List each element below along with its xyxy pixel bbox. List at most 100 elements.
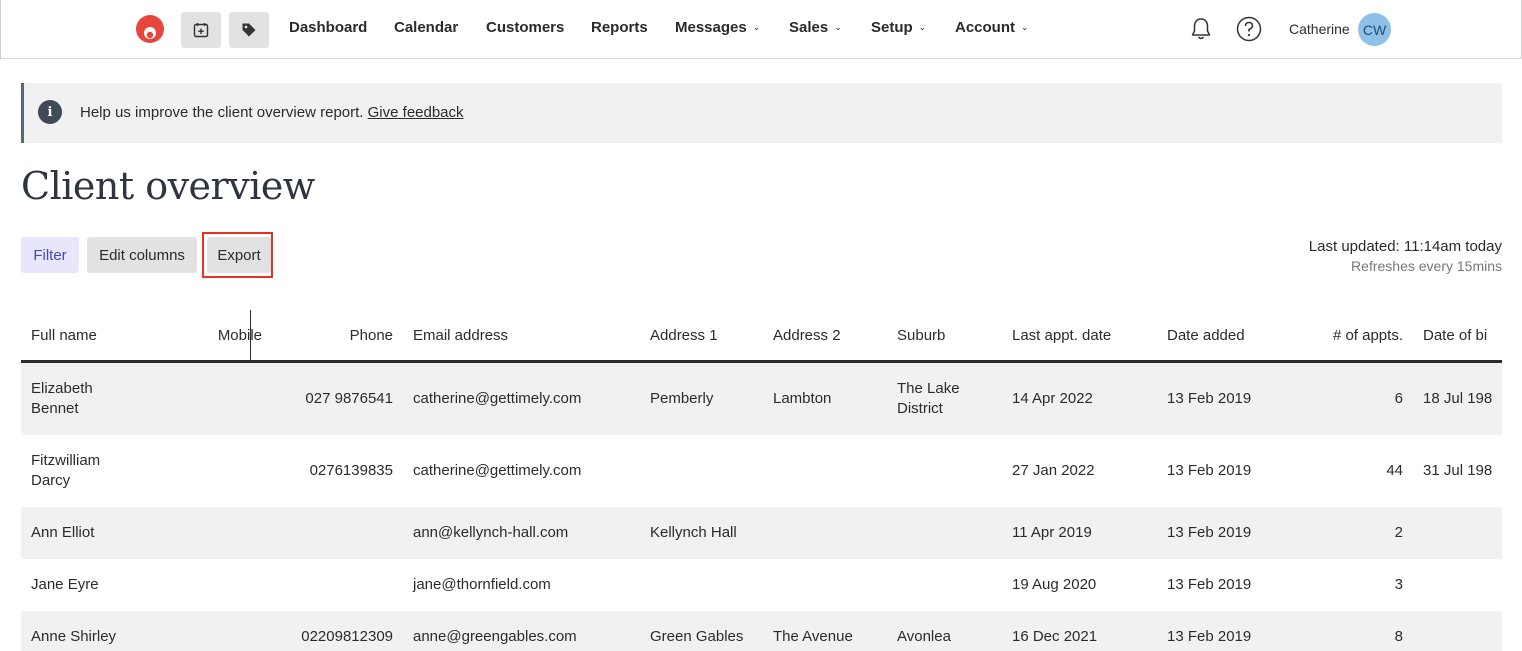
cell-full-name: Anne Shirley — [21, 611, 132, 651]
column-header[interactable]: Full name — [21, 310, 132, 363]
cell-phone: 0276139835 — [309, 462, 393, 479]
bell-icon[interactable] — [1189, 16, 1213, 42]
cell-full-name: Elizabeth Bennet — [21, 361, 132, 435]
frozen-column-divider — [250, 310, 251, 362]
cell-address2: Lambton — [763, 361, 887, 435]
cell-phone — [272, 559, 403, 611]
nav-customers[interactable]: Customers — [486, 19, 564, 36]
table-row[interactable]: Elizabeth Bennet 027 9876541 catherine@g… — [21, 361, 1502, 435]
cell-appts: 44 — [1386, 462, 1403, 479]
cell-email: jane@thornfield.com — [413, 576, 551, 593]
give-feedback-link[interactable]: Give feedback — [368, 104, 464, 121]
cell-address2 — [763, 435, 887, 507]
nav-calendar[interactable]: Calendar — [394, 19, 458, 36]
cell-phone: 02209812309 — [272, 611, 403, 651]
avatar[interactable]: CW — [1358, 13, 1391, 46]
edit-columns-button[interactable]: Edit columns — [87, 237, 197, 273]
calendar-add-icon — [193, 23, 209, 38]
cell-last-appt: 14 Apr 2022 — [1002, 361, 1157, 435]
table-row[interactable]: Ann Elliot ann@kellynch-hall.com Kellync… — [21, 507, 1502, 559]
nav-reports[interactable]: Reports — [591, 19, 648, 36]
cell-last-appt: 19 Aug 2020 — [1012, 576, 1097, 593]
cell-suburb — [887, 507, 1002, 559]
banner-message: Help us improve the client overview repo… — [80, 104, 464, 121]
cell-address2: The Avenue — [763, 611, 887, 651]
cell-appts: 2 — [1287, 507, 1413, 559]
cell-date-added: 13 Feb 2019 — [1157, 361, 1287, 435]
nav-sales[interactable]: Sales ⌄ — [789, 19, 842, 36]
cell-date-added: 13 Feb 2019 — [1167, 462, 1252, 479]
column-header[interactable]: Last appt. date — [1002, 310, 1157, 363]
cell-suburb — [887, 559, 1002, 611]
last-updated-info: Last updated: 11:14am today Refreshes ev… — [1309, 238, 1502, 274]
refresh-note: Refreshes every 15mins — [1351, 258, 1502, 274]
cell-mobile — [132, 611, 272, 651]
client-table: Full name Mobile Phone Email address Add… — [21, 310, 1502, 651]
feedback-banner: i Help us improve the client overview re… — [21, 83, 1502, 143]
cell-mobile — [132, 507, 272, 559]
cell-dob — [1413, 559, 1502, 611]
table-row[interactable]: Jane Eyre jane@thornfield.com 19 Aug 202… — [21, 559, 1502, 611]
column-header[interactable]: Date of bi — [1413, 310, 1502, 363]
cell-email: catherine@gettimely.com — [413, 462, 582, 479]
cell-date-added: 13 Feb 2019 — [1157, 507, 1287, 559]
export-highlight — [202, 232, 273, 278]
cell-phone — [272, 507, 403, 559]
chevron-down-icon: ⌄ — [918, 22, 927, 32]
nav-messages-label: Messages — [675, 19, 747, 36]
cell-appts: 3 — [1394, 576, 1403, 593]
column-header[interactable]: # of appts. — [1287, 310, 1413, 363]
nav-account-label: Account — [955, 19, 1015, 36]
table-row[interactable]: Anne Shirley 02209812309 anne@greengable… — [21, 611, 1502, 651]
column-header[interactable]: Date added — [1157, 310, 1287, 363]
cell-suburb — [887, 435, 1002, 507]
chevron-down-icon: ⌄ — [834, 22, 842, 32]
info-icon: i — [38, 100, 62, 124]
table-row[interactable]: Fitzwilliam Darcy 0276139835 catherine@g… — [21, 435, 1502, 507]
cell-last-appt: 11 Apr 2019 — [1002, 507, 1157, 559]
calendar-add-button[interactable] — [181, 12, 221, 48]
nav-sales-label: Sales — [789, 19, 829, 36]
last-updated-text: Last updated: 11:14am today — [1308, 238, 1502, 255]
column-header[interactable]: Address 2 — [763, 310, 887, 363]
cell-mobile — [132, 559, 272, 611]
chevron-down-icon: ⌄ — [1021, 22, 1029, 32]
logo-icon[interactable] — [135, 14, 165, 44]
cell-mobile — [132, 361, 272, 435]
nav-setup[interactable]: Setup ⌄ — [871, 19, 926, 36]
cell-appts: 8 — [1287, 611, 1413, 651]
page-title: Client overview — [21, 164, 315, 208]
cell-suburb: The Lake District — [887, 361, 1002, 435]
column-header[interactable]: Suburb — [887, 310, 1002, 363]
client-table-container[interactable]: Full name Mobile Phone Email address Add… — [21, 310, 1502, 651]
column-header[interactable]: Mobile — [132, 310, 272, 363]
cell-appts: 6 — [1287, 361, 1413, 435]
table-header-row: Full name Mobile Phone Email address Add… — [21, 310, 1502, 363]
nav-dashboard[interactable]: Dashboard — [289, 19, 367, 36]
user-name[interactable]: Catherine — [1289, 21, 1350, 37]
cell-address1: Pemberly — [640, 361, 763, 435]
column-header[interactable]: Phone — [272, 310, 403, 363]
column-header[interactable]: Address 1 — [640, 310, 763, 363]
cell-full-name: Fitzwilliam Darcy — [31, 452, 101, 489]
cell-suburb: Avonlea — [887, 611, 1002, 651]
cell-last-appt: 16 Dec 2021 — [1002, 611, 1157, 651]
column-header[interactable]: Email address — [403, 310, 640, 363]
cell-last-appt: 27 Jan 2022 — [1012, 462, 1095, 479]
cell-dob — [1413, 611, 1502, 651]
chevron-down-icon: ⌄ — [752, 22, 761, 32]
nav-messages[interactable]: Messages ⌄ — [675, 19, 760, 36]
cell-full-name: Jane Eyre — [31, 576, 99, 593]
cell-dob — [1413, 507, 1502, 559]
cell-address1: Green Gables — [640, 611, 763, 651]
banner-text: Help us improve the client overview repo… — [80, 104, 364, 121]
cell-dob: 31 Jul 198 — [1423, 462, 1493, 479]
nav-account[interactable]: Account ⌄ — [955, 19, 1029, 36]
cell-dob: 18 Jul 198 — [1413, 361, 1502, 435]
tag-button[interactable] — [229, 12, 269, 48]
help-icon[interactable] — [1236, 16, 1262, 42]
cell-address1 — [640, 435, 763, 507]
cell-address2 — [763, 559, 887, 611]
cell-full-name: Ann Elliot — [21, 507, 132, 559]
filter-button[interactable]: Filter — [21, 237, 79, 273]
